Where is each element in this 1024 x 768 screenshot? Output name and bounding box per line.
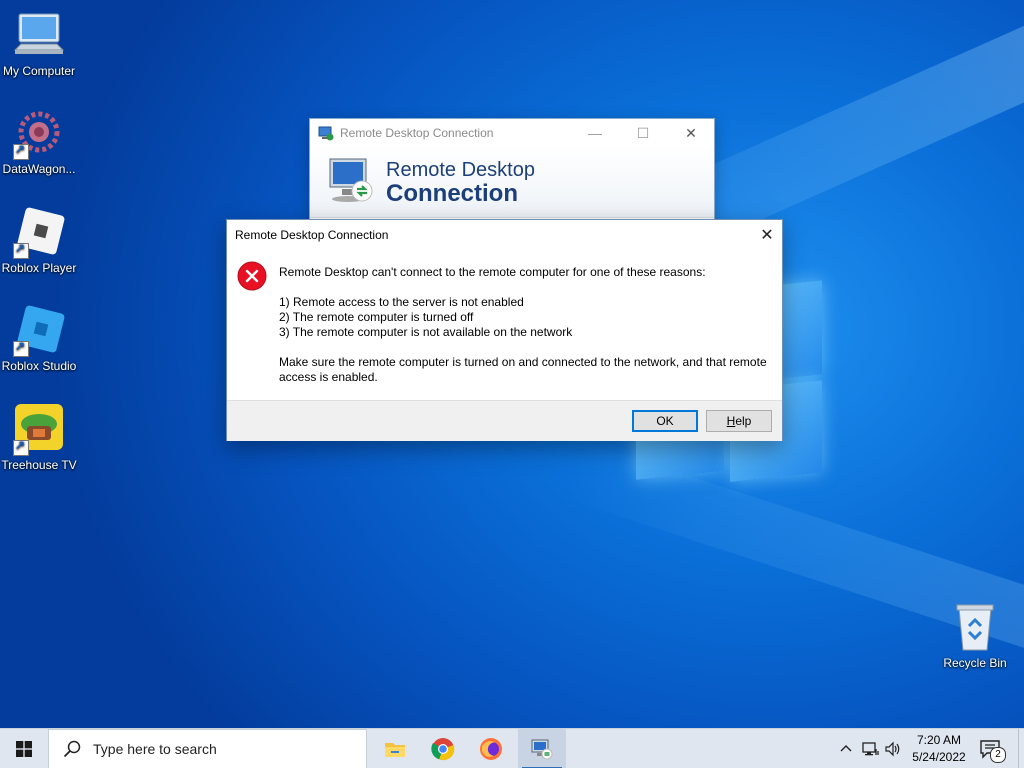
- dialog-message-intro: Remote Desktop can't connect to the remo…: [279, 265, 706, 279]
- taskbar-clock[interactable]: 7:20 AM 5/24/2022: [905, 732, 973, 766]
- rdc-banner: Remote Desktop Connection: [310, 147, 714, 218]
- roblox-player-icon: [13, 207, 65, 259]
- desktop-icon-roblox-studio[interactable]: Roblox Studio: [0, 305, 78, 373]
- taskbar: Type here to search 7:20 AM 5/24/2022 2: [0, 728, 1024, 768]
- dialog-close-button[interactable]: ✕: [752, 220, 782, 250]
- clock-date: 5/24/2022: [912, 750, 966, 764]
- windows-start-icon: [16, 741, 32, 757]
- network-icon: [862, 742, 879, 756]
- action-center-button[interactable]: 2: [976, 737, 1006, 763]
- dialog-message: Remote Desktop can't connect to the remo…: [279, 265, 774, 385]
- search-placeholder: Type here to search: [93, 741, 217, 757]
- error-icon: [237, 261, 267, 291]
- shortcut-arrow-icon: [13, 142, 29, 160]
- file-explorer-icon: [385, 743, 405, 757]
- my-computer-icon: [13, 10, 65, 62]
- ok-button[interactable]: OK: [632, 410, 698, 432]
- volume-tray-button[interactable]: [884, 740, 902, 758]
- rdc-window-icon: [318, 125, 334, 141]
- show-hidden-icons-button[interactable]: [838, 741, 854, 757]
- help-button[interactable]: Help: [706, 410, 772, 432]
- desktop: My Computer DataWagon... Roblox Player R…: [0, 0, 1024, 728]
- rdc-banner-line2: Connection: [386, 180, 518, 207]
- desktop-icon-label: Roblox Studio: [1, 359, 77, 373]
- show-desktop-button[interactable]: [1018, 729, 1024, 768]
- dialog-reason: 1) Remote access to the server is not en…: [279, 295, 524, 309]
- shortcut-arrow-icon: [13, 241, 29, 259]
- rdc-minimize-button[interactable]: —: [572, 119, 618, 147]
- desktop-icon-datawagon[interactable]: DataWagon...: [0, 108, 78, 176]
- shortcut-arrow-icon: [13, 339, 29, 357]
- datawagon-icon: [13, 108, 65, 160]
- error-dialog: Remote Desktop Connection ✕ Remote Deskt…: [226, 219, 783, 441]
- taskbar-remote-desktop[interactable]: [518, 729, 566, 768]
- desktop-icon-recycle-bin[interactable]: Recycle Bin: [936, 602, 1014, 670]
- help-button-label: elp: [735, 414, 752, 428]
- clock-time: 7:20 AM: [916, 733, 962, 747]
- volume-icon: [885, 741, 900, 757]
- recycle-bin-icon: [949, 602, 1001, 654]
- dialog-reason: 2) The remote computer is turned off: [279, 310, 474, 324]
- desktop-icon-label: Treehouse TV: [1, 458, 77, 472]
- desktop-icon-treehouse-tv[interactable]: Treehouse TV: [0, 404, 78, 472]
- desktop-icon-my-computer[interactable]: My Computer: [0, 10, 78, 78]
- rdc-maximize-button[interactable]: ☐: [620, 119, 666, 147]
- firefox-icon: [480, 738, 502, 760]
- remote-desktop-monitor-icon: [326, 155, 378, 207]
- desktop-icon-label: Roblox Player: [1, 261, 77, 275]
- shortcut-arrow-icon: [13, 438, 29, 456]
- dialog-reason: 3) The remote computer is not available …: [279, 325, 573, 339]
- dialog-title: Remote Desktop Connection: [235, 228, 389, 242]
- rdc-close-button[interactable]: ✕: [668, 119, 714, 147]
- chrome-icon: [431, 738, 455, 761]
- remote-desktop-icon: [531, 739, 553, 760]
- desktop-icon-roblox-player[interactable]: Roblox Player: [0, 207, 78, 275]
- taskbar-firefox[interactable]: [467, 729, 515, 768]
- rdc-banner-line1: Remote Desktop: [386, 159, 535, 181]
- roblox-studio-icon: [13, 305, 65, 357]
- taskbar-search-box[interactable]: Type here to search: [48, 729, 367, 768]
- desktop-icon-label: Recycle Bin: [943, 656, 1007, 670]
- dialog-titlebar[interactable]: Remote Desktop Connection: [227, 220, 782, 250]
- desktop-icon-label: My Computer: [2, 64, 76, 78]
- rdc-main-window: Remote Desktop Connection — ☐ ✕ Remote D…: [309, 118, 715, 230]
- start-button[interactable]: [0, 729, 48, 768]
- treehouse-tv-icon: [13, 404, 65, 456]
- notification-count-badge: 2: [990, 747, 1006, 763]
- desktop-icon-label: DataWagon...: [2, 162, 76, 176]
- network-tray-button[interactable]: [862, 740, 880, 758]
- chevron-up-icon: [840, 745, 852, 752]
- taskbar-file-explorer[interactable]: [371, 729, 419, 768]
- search-icon: [63, 740, 81, 758]
- dialog-message-footer: Make sure the remote computer is turned …: [279, 355, 767, 384]
- dialog-button-bar: OK Help: [227, 400, 782, 441]
- rdc-window-title: Remote Desktop Connection: [340, 126, 494, 140]
- taskbar-chrome[interactable]: [419, 729, 467, 768]
